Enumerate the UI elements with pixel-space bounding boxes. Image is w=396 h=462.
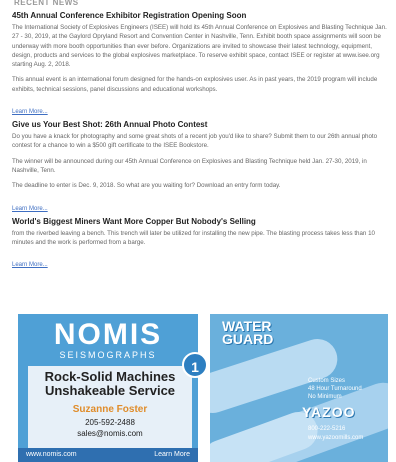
news-paragraph: from the riverbed leaving a bench. This …	[12, 229, 375, 246]
news-item-photo-contest: Give us Your Best Shot: 26th Annual Phot…	[12, 119, 390, 215]
nomis-email: sales@nomis.com	[77, 429, 143, 438]
page: RECENT NEWS 45th Annual Conference Exhib…	[0, 0, 396, 462]
nomis-url: www.nomis.com	[26, 451, 77, 458]
nomis-footer-bar: www.nomis.com Learn More	[18, 448, 198, 462]
waterguard-ad-banner[interactable]: WATER GUARD Custom Sizes 48 Hour Turnaro…	[210, 314, 388, 462]
waterguard-feature: 48 Hour Turnaround	[308, 386, 362, 392]
waterguard-logo-line: GUARD	[222, 331, 274, 347]
news-list: 45th Annual Conference Exhibitor Registr…	[12, 10, 390, 272]
yazoo-brand: YAZOO	[302, 404, 356, 420]
waterguard-feature: Custom Sizes	[308, 378, 346, 384]
waterguard-phone: 800-222-5216	[308, 426, 346, 432]
news-paragraph: This annual event is an international fo…	[12, 76, 378, 93]
nomis-phone: 205-592-2488	[85, 418, 135, 427]
nomis-ad-banner[interactable]: NOMIS SEISMOGRAPHS Rock-Solid Machines U…	[18, 314, 198, 462]
learn-more-link[interactable]: Learn More...	[12, 109, 48, 116]
news-headline[interactable]: Give us Your Best Shot: 26th Annual Phot…	[12, 119, 390, 130]
ad-row: NOMIS SEISMOGRAPHS Rock-Solid Machines U…	[14, 314, 388, 462]
news-paragraph: The winner will be announced during our …	[12, 157, 367, 174]
waterguard-feature: No Minimum	[308, 394, 342, 400]
nomis-info-box: Rock-Solid Machines Unshakeable Service …	[28, 366, 192, 448]
section-label: RECENT NEWS	[14, 0, 79, 7]
nomis-tagline: Unshakeable Service	[44, 383, 176, 398]
nomis-learn-more[interactable]: Learn More	[154, 448, 190, 462]
waterguard-url: www.yazoomills.com	[308, 435, 364, 441]
nomis-contact-name: Suzanne Foster	[72, 404, 148, 415]
news-item-conference: 45th Annual Conference Exhibitor Registr…	[12, 10, 390, 119]
nomis-logo: NOMIS	[53, 318, 163, 351]
learn-more-link[interactable]: Learn More...	[12, 262, 48, 269]
news-paragraph: The International Society of Explosives …	[12, 24, 387, 69]
learn-more-link[interactable]: Learn More...	[12, 206, 48, 213]
nomis-subtitle: SEISMOGRAPHS	[59, 350, 157, 360]
news-headline[interactable]: 45th Annual Conference Exhibitor Registr…	[12, 10, 390, 21]
annotation-badge: 1	[182, 352, 208, 378]
news-item-copper: World's Biggest Miners Want More Copper …	[12, 216, 390, 273]
news-paragraph: The deadline to enter is Dec. 9, 2018. S…	[12, 182, 281, 190]
waterguard-logo: WATER GUARD	[222, 319, 274, 347]
news-headline[interactable]: World's Biggest Miners Want More Copper …	[12, 216, 390, 227]
nomis-tagline: Rock-Solid Machines	[44, 369, 176, 384]
news-paragraph: Do you have a knack for photography and …	[12, 133, 378, 150]
